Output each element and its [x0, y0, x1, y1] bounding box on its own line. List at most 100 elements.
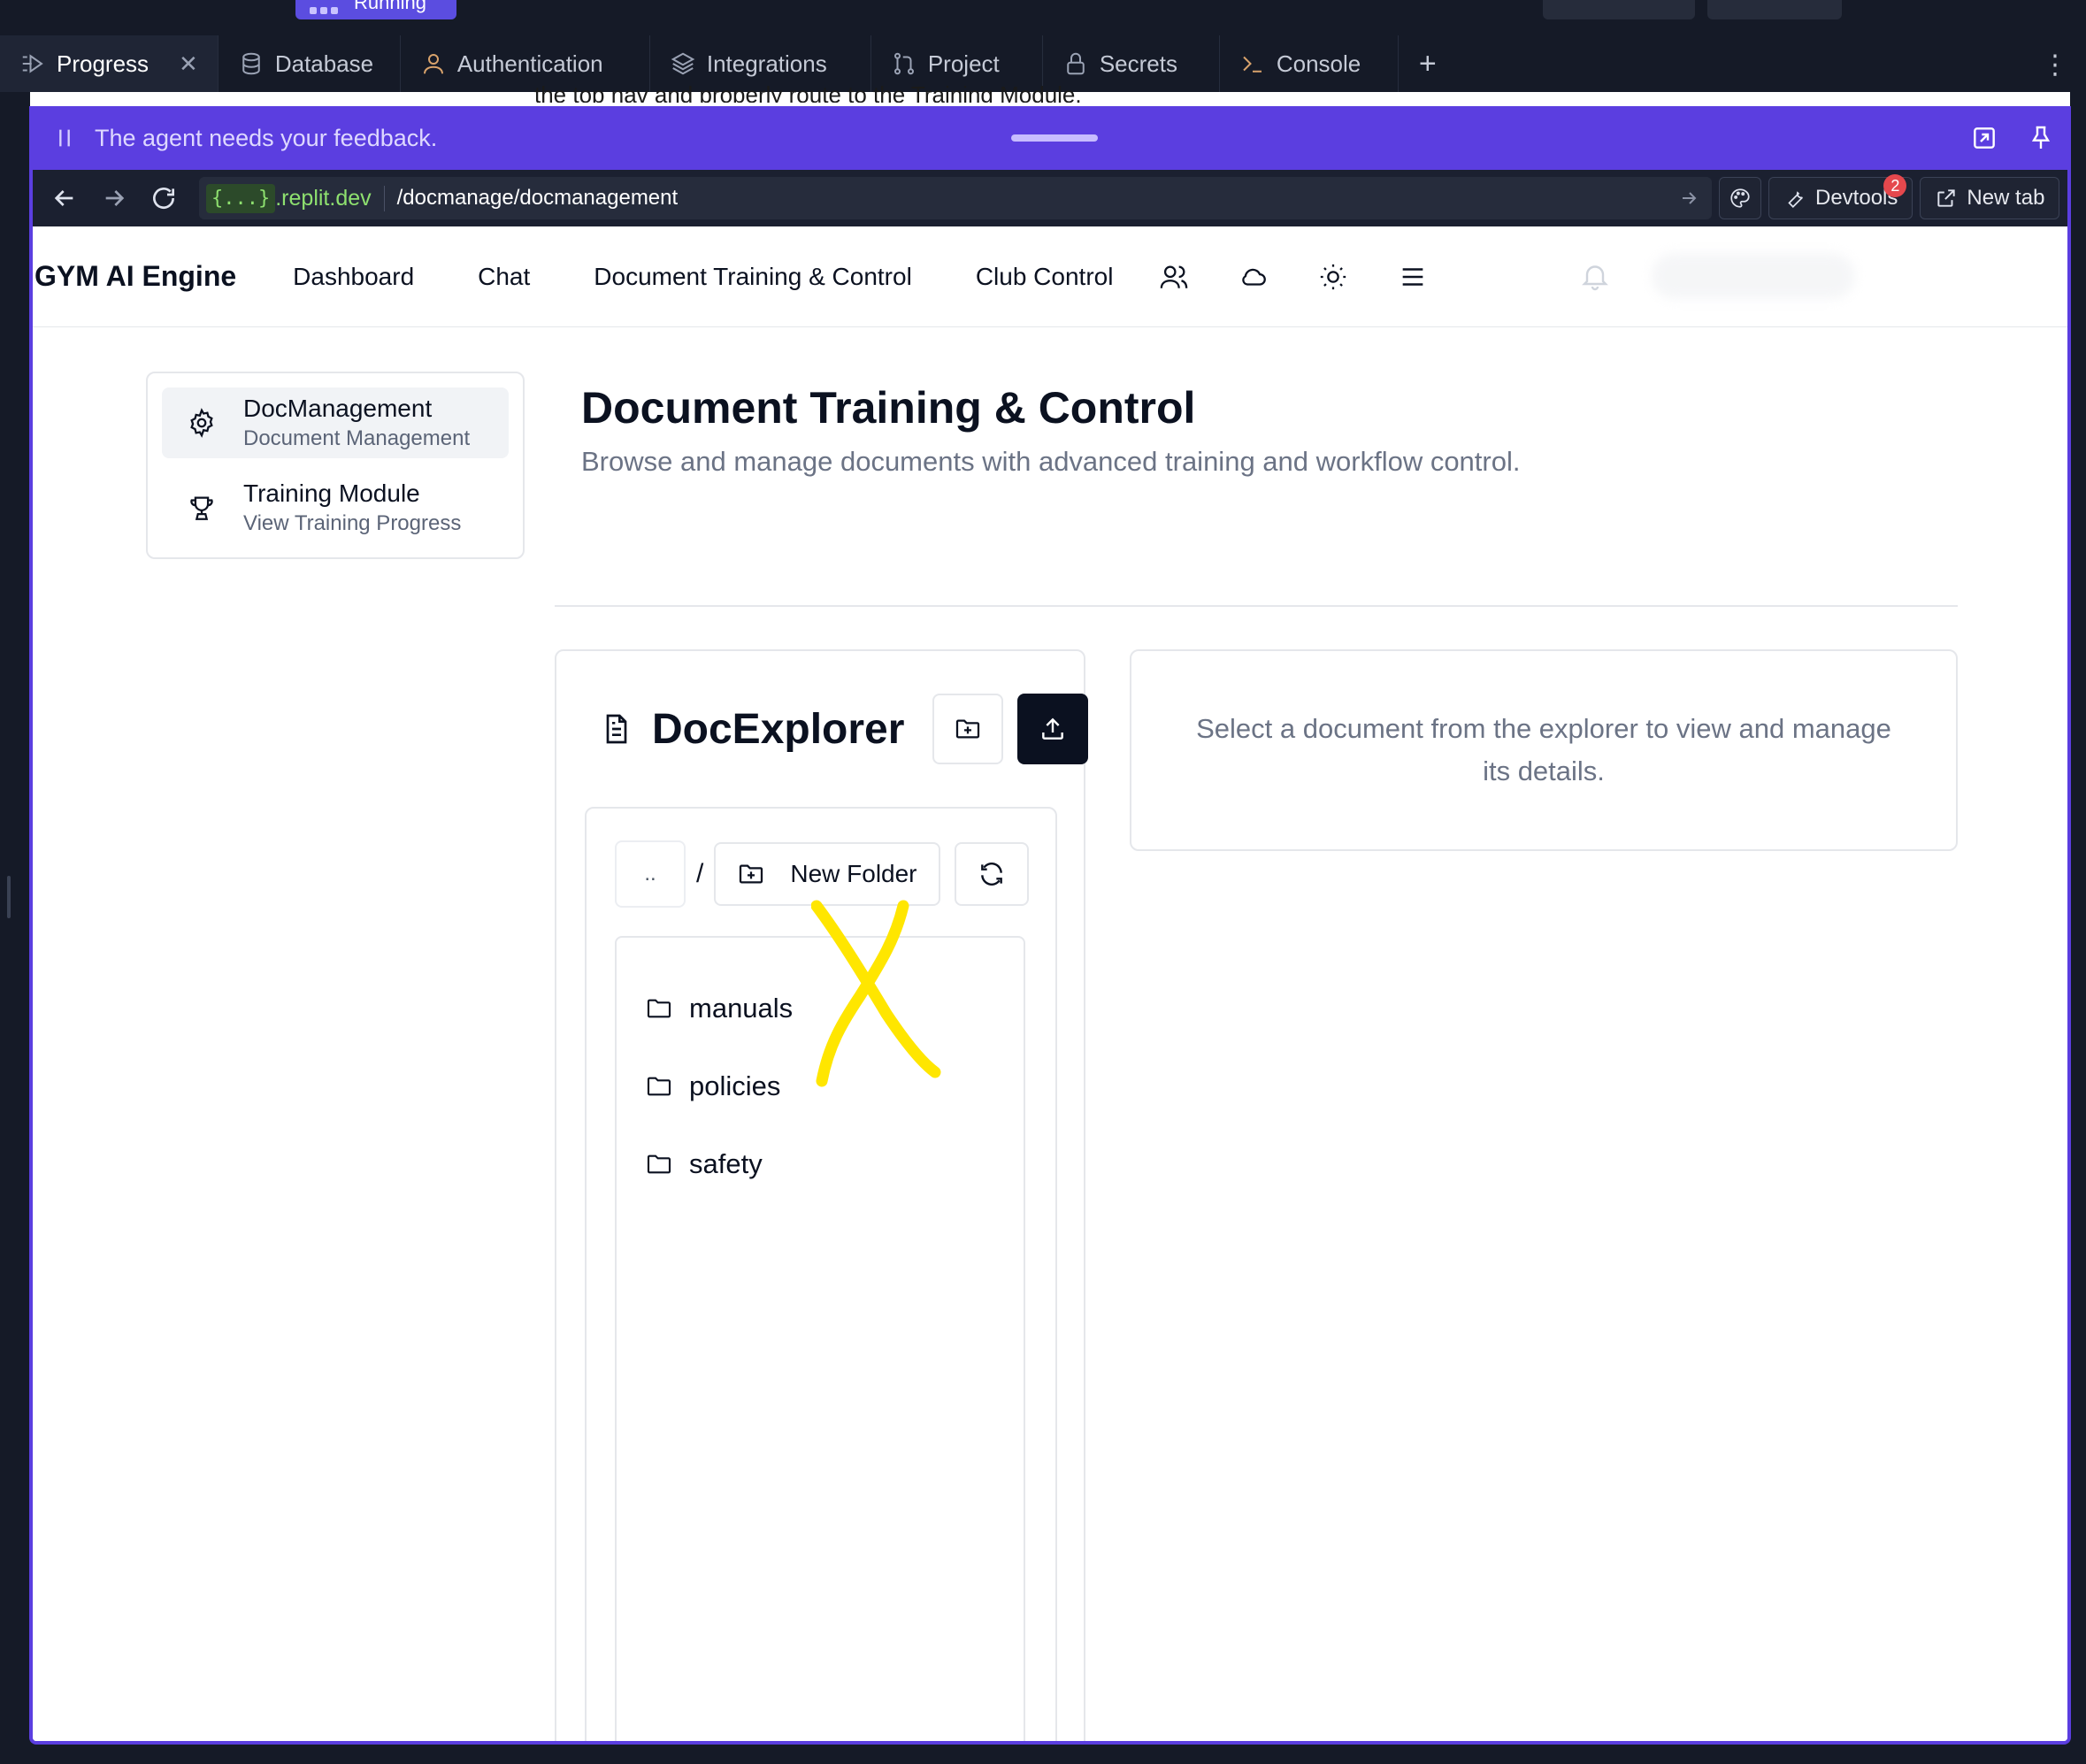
tab-console[interactable]: Console: [1220, 35, 1399, 92]
details-placeholder: Select a document from the explorer to v…: [1196, 713, 1891, 786]
sidebar-item-title: Training Module: [243, 479, 420, 507]
agent-message-behind: the top nav and properly route to the Tr…: [534, 81, 1082, 103]
terminal-icon: [1243, 56, 1262, 73]
cloud-icon[interactable]: [1239, 262, 1269, 292]
pin-icon[interactable]: [2027, 124, 2055, 152]
folder-name: manuals: [689, 993, 794, 1024]
pause-icon: [59, 129, 70, 147]
add-folder-button[interactable]: [932, 694, 1004, 764]
new-tab-button[interactable]: New tab: [1920, 177, 2060, 219]
run-status-pill[interactable]: Running: [295, 0, 456, 19]
gear-icon: [190, 408, 213, 438]
forward-arrow-icon[interactable]: [100, 184, 128, 212]
tab-label: Console: [1276, 50, 1361, 77]
replit-logo-icon: [310, 0, 338, 14]
resize-handle[interactable]: [7, 876, 11, 918]
deploy-button[interactable]: [1707, 0, 1842, 19]
folder-icon: [647, 1077, 671, 1096]
reload-icon[interactable]: [150, 184, 178, 212]
address-field[interactable]: {...} .replit.dev /docmanage/docmanageme…: [199, 177, 1712, 219]
more-vertical-icon[interactable]: ⋮: [2042, 50, 2068, 81]
explorer-browser: .. / New Folder manuals policies safety: [585, 807, 1057, 1741]
app-viewport: GYM AI Engine Dashboard Chat Document Tr…: [33, 226, 2067, 1741]
tab-label: Progress: [57, 50, 150, 77]
close-icon[interactable]: ✕: [179, 50, 198, 78]
page-subtitle: Browse and manage documents with advance…: [581, 446, 1521, 477]
open-external-icon[interactable]: [1970, 124, 1998, 152]
tab-label: Integrations: [706, 50, 827, 77]
drag-handle[interactable]: [1011, 134, 1098, 142]
folder-list: manuals policies safety: [615, 936, 1025, 1741]
back-arrow-icon[interactable]: [50, 184, 79, 212]
git-icon: [893, 52, 914, 75]
theme-palette-button[interactable]: [1719, 177, 1761, 219]
lock-icon: [1067, 52, 1085, 75]
list-item[interactable]: manuals: [617, 970, 1024, 1047]
users-icon[interactable]: [1159, 262, 1189, 292]
list-item[interactable]: safety: [617, 1125, 1024, 1203]
sidebar-item-training-module[interactable]: Training Module View Training Progress: [162, 472, 509, 543]
folder-plus-icon: [956, 719, 980, 739]
explorer-title: DocExplorer: [652, 705, 905, 753]
domain-chip: {...}: [206, 183, 276, 213]
feedback-bar[interactable]: The agent needs your feedback.: [33, 106, 2067, 170]
tab-progress[interactable]: Progress ✕: [0, 35, 219, 92]
trophy-icon: [190, 496, 213, 520]
layers-icon: [671, 52, 695, 75]
parent-directory-button[interactable]: ..: [615, 840, 686, 908]
header-divider: [555, 605, 1958, 607]
tab-label: Authentication: [456, 50, 603, 77]
user-menu-blurred[interactable]: [1652, 253, 1855, 299]
progress-icon: [22, 54, 43, 73]
tab-label: Project: [927, 50, 1000, 77]
page-title: Document Training & Control: [581, 383, 1196, 433]
sidebar-item-subtitle: Document Management: [243, 426, 471, 450]
palette-icon: [1730, 188, 1750, 208]
tab-label: Secrets: [1099, 50, 1177, 77]
access-button[interactable]: [1543, 0, 1695, 19]
external-link-icon: [1937, 189, 1956, 207]
wrench-icon: [1788, 191, 1803, 208]
list-item[interactable]: policies: [617, 1047, 1024, 1125]
preview-pane: The agent needs your feedback. {...} .re…: [29, 106, 2071, 1745]
browser-url-bar: {...} .replit.dev /docmanage/docmanageme…: [33, 170, 2067, 226]
menu-icon[interactable]: [1398, 262, 1428, 292]
document-icon: [606, 714, 627, 744]
database-icon: [242, 52, 260, 75]
go-arrow-icon[interactable]: [1678, 188, 1699, 209]
refresh-icon: [980, 863, 1002, 886]
devtools-badge: 2: [1883, 174, 1907, 197]
folder-icon: [647, 1154, 671, 1174]
brand-title[interactable]: GYM AI Engine: [35, 260, 236, 293]
refresh-button[interactable]: [954, 842, 1029, 906]
sidebar-item-subtitle: View Training Progress: [243, 511, 462, 535]
nav-club-control[interactable]: Club Control: [976, 263, 1114, 291]
nav-dashboard[interactable]: Dashboard: [293, 263, 414, 291]
tab-label: Database: [274, 50, 374, 77]
page-header: Document Training & Control Browse and m…: [581, 382, 1520, 478]
folder-name: policies: [689, 1070, 781, 1101]
doc-explorer-card: DocExplorer .. / New Folder manuals poli…: [555, 649, 1089, 1741]
top-strip: Running: [0, 0, 2086, 27]
new-folder-button[interactable]: New Folder: [714, 842, 940, 906]
bell-icon[interactable]: [1579, 260, 1611, 292]
path-separator: /: [696, 859, 704, 888]
domain-text: .replit.dev: [275, 185, 385, 211]
module-sidebar: DocManagement Document Management Traini…: [146, 372, 525, 559]
nav-chat[interactable]: Chat: [478, 263, 530, 291]
add-tab-button[interactable]: +: [1399, 35, 1457, 92]
url-path: /docmanage/docmanagement: [396, 186, 679, 210]
folder-name: safety: [689, 1148, 763, 1179]
upload-button[interactable]: [1017, 694, 1089, 764]
devtools-button[interactable]: Devtools 2: [1768, 174, 1913, 219]
new-tab-label: New tab: [1967, 186, 2045, 210]
nav-document-training[interactable]: Document Training & Control: [594, 263, 912, 291]
sidebar-item-docmanagement[interactable]: DocManagement Document Management: [162, 387, 509, 458]
sun-icon[interactable]: [1318, 262, 1348, 292]
document-details-card: Select a document from the explorer to v…: [1130, 649, 1958, 851]
sidebar-item-title: DocManagement: [243, 395, 433, 422]
tab-database[interactable]: Database: [219, 35, 401, 92]
feedback-text: The agent needs your feedback.: [95, 124, 438, 151]
app-top-nav: GYM AI Engine Dashboard Chat Document Tr…: [33, 226, 2067, 327]
folder-plus-icon: [740, 864, 763, 884]
